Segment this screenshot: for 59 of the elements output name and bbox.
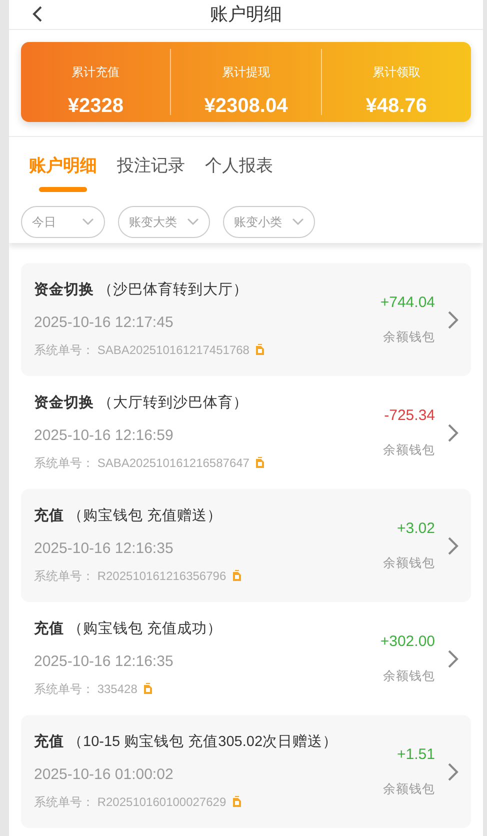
amount: +744.04 xyxy=(380,292,435,313)
record-title: 充值 （10-15 购宝钱包 充值305.02次日赠送） xyxy=(34,732,339,752)
stat-label: 累计领取 xyxy=(371,64,422,81)
record-item[interactable]: 充值 （购宝钱包 充值成功） 2025-10-16 12:16:35 系统单号： 335428 +302.00 余额钱包 xyxy=(21,602,471,715)
wallet-label: 余额钱包 xyxy=(383,781,435,798)
stat-value: ¥2308.04 xyxy=(203,94,289,119)
record-time: 2025-10-16 12:16:35 xyxy=(34,652,174,672)
wallet-label: 余额钱包 xyxy=(383,555,435,572)
copy-icon xyxy=(232,570,242,582)
stat-label: 累计充值 xyxy=(70,64,121,81)
stat-value: ¥48.76 xyxy=(364,94,428,119)
copy-button[interactable] xyxy=(143,683,154,694)
back-icon xyxy=(31,6,43,22)
chevron-icon xyxy=(447,422,459,442)
record-item[interactable]: 资金切换 （沙巴体育转到大厅） 2025-10-16 12:17:45 系统单号： SABA202510161217451768 +744.04 余额钱包 xyxy=(21,263,471,376)
back-button[interactable] xyxy=(31,6,43,22)
record-item[interactable]: 资金切换 （大厅转到沙巴体育） 2025-10-16 12:16:59 系统单号： SABA202510161216587647 -725.34 余额钱包 xyxy=(21,376,471,489)
copy-button[interactable] xyxy=(255,344,266,356)
record-title: 资金切换 （沙巴体育转到大厅） xyxy=(34,280,250,300)
record-time: 2025-10-16 12:16:35 xyxy=(34,539,174,560)
stat-value: ¥2328 xyxy=(66,94,124,119)
amount: -725.34 xyxy=(384,406,435,426)
caret-icon xyxy=(82,218,94,226)
order-number: 系统单号： SABA202510161216587647 xyxy=(34,454,250,472)
wallet-label: 余额钱包 xyxy=(383,442,435,460)
record-time: 2025-10-16 12:16:59 xyxy=(34,426,174,446)
amount: +302.00 xyxy=(380,632,435,652)
order-number: 系统单号： R202510161216356796 xyxy=(34,568,226,585)
chevron-icon xyxy=(447,310,459,330)
copy-button[interactable] xyxy=(232,796,242,808)
chevron-icon xyxy=(447,536,459,556)
copy-button[interactable] xyxy=(255,457,266,468)
order-number: 系统单号： SABA202510161217451768 xyxy=(34,342,250,359)
copy-icon xyxy=(232,796,242,808)
record-time: 2025-10-16 01:00:02 xyxy=(34,765,174,786)
wallet-label: 余额钱包 xyxy=(383,668,435,686)
copy-icon xyxy=(255,344,266,356)
copy-icon xyxy=(255,457,266,468)
page-title: 账户明细 xyxy=(210,3,282,26)
copy-button[interactable] xyxy=(232,570,242,582)
tab[interactable]: 个人报表 xyxy=(205,151,273,192)
caret-icon xyxy=(187,218,199,226)
caret-icon xyxy=(292,218,304,226)
record-title: 资金切换 （大厅转到沙巴体育） xyxy=(34,394,250,414)
wallet-label: 余额钱包 xyxy=(383,329,435,346)
stat-label: 累计提现 xyxy=(220,64,271,81)
amount: +3.02 xyxy=(397,518,435,539)
order-number: 系统单号： R202510160100027629 xyxy=(34,794,226,811)
record-time: 2025-10-16 12:17:45 xyxy=(34,313,174,334)
order-number: 系统单号： 335428 xyxy=(34,680,138,698)
record-title: 充值 （购宝钱包 充值赠送） xyxy=(34,506,224,526)
copy-icon xyxy=(143,683,154,694)
record-item[interactable]: 充值 （购宝钱包 充值赠送） 2025-10-16 12:16:35 系统单号： R202510161216356796 +3.02 余额钱包 xyxy=(21,489,471,602)
tab[interactable]: 投注记录 xyxy=(117,151,185,192)
record-item[interactable]: 充值 （10-15 购宝钱包 充值305.02次日赠送） 2025-10-16 01:00:02 系统单号： R202510160100027629 +1.51 余额钱包 xyxy=(21,715,471,828)
amount: +1.51 xyxy=(397,744,435,765)
chevron-icon xyxy=(447,648,459,668)
chevron-icon xyxy=(447,762,459,782)
record-title: 充值 （购宝钱包 充值成功） xyxy=(34,620,224,640)
